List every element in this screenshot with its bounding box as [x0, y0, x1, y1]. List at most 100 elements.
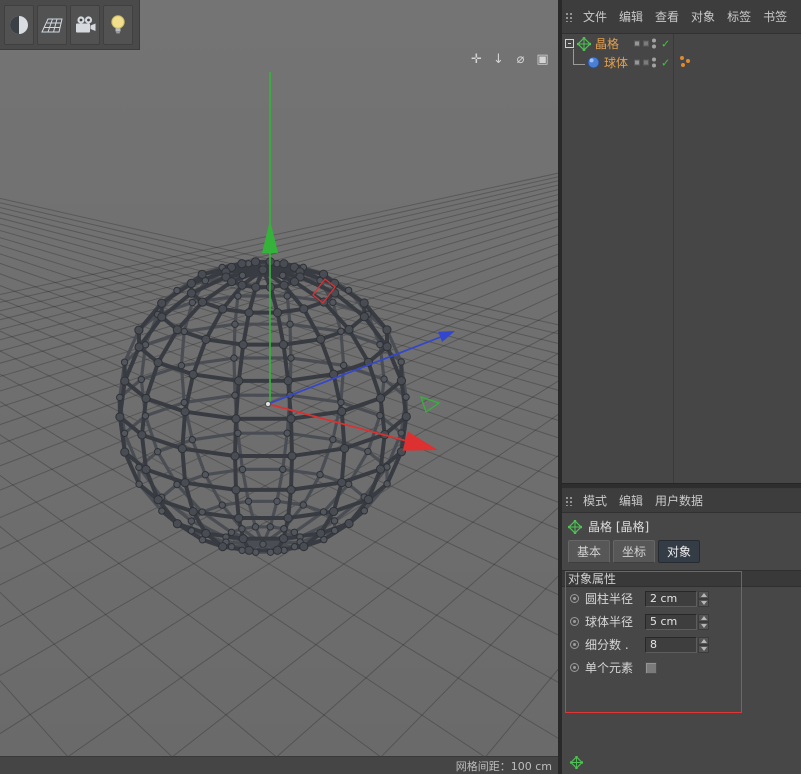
scene-shape — [154, 358, 162, 366]
scene-shape — [287, 433, 333, 439]
scene-shape — [181, 328, 187, 334]
visibility-dots[interactable] — [652, 58, 656, 68]
property-row-subdivisions: 细分数 . 8 — [562, 633, 801, 656]
toggle-view-icon[interactable]: ▣ — [535, 52, 550, 68]
layer-toggle-icon[interactable] — [634, 60, 640, 66]
sphere-radius-input[interactable]: 5 cm — [645, 614, 697, 630]
viewport[interactable]: ✛ ↓ ⌀ ▣ 网格间距：100 cm — [0, 0, 558, 774]
scene-shape — [345, 325, 353, 333]
menu-tags[interactable]: 标签 — [721, 0, 757, 33]
enable-check-icon[interactable]: ✓ — [661, 56, 670, 69]
section-header-object-properties[interactable]: 对象属性 — [562, 570, 801, 587]
object-toggles: ✓ — [634, 37, 670, 50]
scene-shape — [199, 509, 205, 515]
subdivisions-stepper — [698, 637, 709, 653]
scene-shape — [173, 520, 181, 528]
stepper-down-icon[interactable] — [698, 622, 709, 630]
stepper-up-icon[interactable] — [698, 637, 709, 645]
light-button[interactable] — [103, 5, 133, 45]
viewport-canvas[interactable] — [0, 0, 558, 774]
scene-shape — [189, 370, 197, 378]
scene-shape — [0, 76, 558, 774]
menu-edit[interactable]: 编辑 — [613, 489, 649, 512]
scene-shape — [397, 377, 405, 385]
scene-shape — [281, 526, 287, 532]
keyframe-bullet-icon[interactable] — [570, 617, 579, 626]
scene-shape — [135, 343, 143, 351]
drag-handle-icon[interactable] — [562, 489, 577, 512]
scene-shape — [376, 465, 384, 473]
cylinder-radius-input[interactable]: 2 cm — [645, 591, 697, 607]
pan-view-icon[interactable]: ✛ — [469, 52, 484, 68]
object-name[interactable]: 球体 — [604, 54, 628, 71]
object-row-sphere[interactable]: 球体 ✓ — [562, 53, 801, 72]
scene-shape — [284, 293, 290, 299]
camera-icon — [72, 11, 98, 39]
scene-shape — [0, 76, 558, 774]
scene-shape — [338, 328, 344, 334]
scene-shape — [188, 528, 194, 534]
menu-edit[interactable]: 编辑 — [613, 0, 649, 33]
scene-shape — [182, 412, 185, 449]
scene-shape — [291, 358, 344, 365]
tab-coordinates[interactable]: 坐标 — [613, 540, 655, 563]
layer-toggle-icon[interactable] — [643, 41, 649, 47]
single-elements-checkbox[interactable] — [645, 662, 657, 674]
tab-object[interactable]: 对象 — [658, 540, 700, 563]
scene-shape — [0, 76, 558, 774]
menu-file[interactable]: 文件 — [577, 0, 613, 33]
stepper-down-icon[interactable] — [698, 645, 709, 653]
stepper-up-icon[interactable] — [698, 591, 709, 599]
stepper-up-icon[interactable] — [698, 614, 709, 622]
view-controls: ✛ ↓ ⌀ ▣ — [469, 52, 550, 68]
scene-shape — [234, 358, 235, 395]
scene-shape — [154, 449, 160, 455]
viewport-shading-button[interactable] — [4, 5, 34, 45]
expand-icon[interactable] — [565, 39, 574, 48]
viewport-statusbar: 网格间距：100 cm — [0, 756, 558, 774]
scene-shape — [193, 339, 206, 374]
scene-shape — [0, 76, 558, 774]
scene-shape — [0, 76, 558, 774]
rotate-view-icon[interactable]: ⌀ — [513, 52, 528, 68]
scene-shape — [284, 514, 292, 522]
scene-shape — [158, 299, 166, 307]
scene-shape — [279, 535, 287, 543]
visibility-dots[interactable] — [652, 39, 656, 49]
scene-shape — [345, 287, 351, 293]
object-name[interactable]: 晶格 — [595, 35, 619, 52]
menu-bookmarks[interactable]: 书签 — [757, 0, 793, 33]
menu-user-data[interactable]: 用户数据 — [649, 489, 709, 512]
scene-shape — [330, 299, 336, 305]
menu-mode[interactable]: 模式 — [577, 489, 613, 512]
zoom-view-icon[interactable]: ↓ — [491, 52, 506, 68]
scene-shape — [338, 399, 344, 405]
stepper-down-icon[interactable] — [698, 599, 709, 607]
scene-shape — [154, 496, 162, 504]
scene-shape — [345, 481, 351, 487]
scene-shape — [136, 481, 142, 487]
scene-shape — [158, 313, 166, 321]
scene-shape — [284, 430, 290, 436]
keyframe-bullet-icon[interactable] — [570, 594, 579, 603]
scene-shape — [187, 279, 195, 287]
camera-button[interactable] — [70, 5, 100, 45]
grid-plane-button[interactable] — [37, 5, 67, 45]
scene-shape — [0, 76, 558, 774]
drag-handle-icon[interactable] — [562, 0, 577, 33]
layer-toggle-icon[interactable] — [634, 41, 640, 47]
object-row-lattice[interactable]: 晶格 ✓ — [562, 34, 801, 53]
layer-toggle-icon[interactable] — [643, 60, 649, 66]
keyframe-bullet-icon[interactable] — [570, 663, 579, 672]
enable-check-icon[interactable]: ✓ — [661, 37, 670, 50]
attribute-title: 晶格 [晶格] — [588, 518, 649, 535]
points-tag-icon[interactable] — [679, 56, 693, 69]
tab-basic[interactable]: 基本 — [568, 540, 610, 563]
scene-shape — [300, 305, 308, 313]
subdivisions-input[interactable]: 8 — [645, 637, 697, 653]
menu-view[interactable]: 查看 — [649, 0, 685, 33]
menu-object[interactable]: 对象 — [685, 0, 721, 33]
scene-shape — [288, 452, 296, 460]
keyframe-bullet-icon[interactable] — [570, 640, 579, 649]
scene-shape — [142, 465, 150, 473]
